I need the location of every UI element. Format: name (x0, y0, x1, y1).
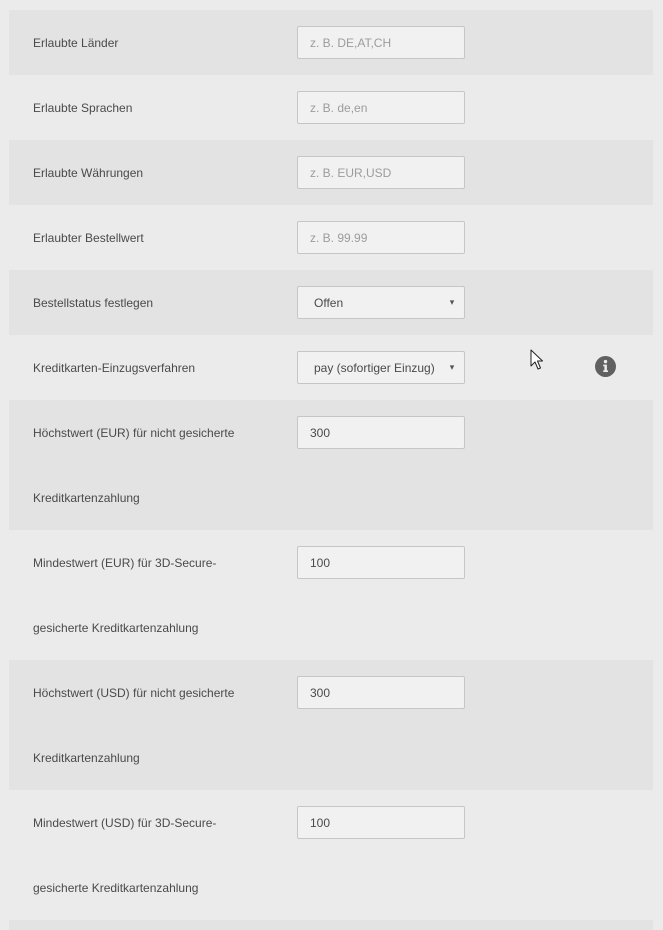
min-usd-3ds-label-line1: Mindestwert (USD) für 3D-Secure- (33, 816, 217, 830)
allowed-languages-label: Erlaubte Sprachen (33, 101, 133, 115)
max-usd-unsecured-label-line1: Höchstwert (USD) für nicht gesicherte (33, 686, 235, 700)
mouse-cursor-icon (530, 349, 543, 370)
row-card-capture-method: Kreditkarten-Einzugsverfahren pay (sofor… (9, 335, 653, 400)
min-eur-3ds-input[interactable] (297, 546, 465, 579)
min-eur-3ds-label-line2: gesicherte Kreditkartenzahlung (33, 621, 199, 635)
row-min-usd-3ds: Mindestwert (USD) für 3D-Secure- gesiche… (9, 790, 653, 920)
chevron-down-icon: ▾ (449, 297, 455, 307)
row-allowed-languages: Erlaubte Sprachen (9, 75, 653, 140)
order-status-label: Bestellstatus festlegen (33, 296, 154, 310)
row-next-partial (9, 920, 653, 930)
allowed-currencies-label: Erlaubte Währungen (33, 166, 144, 180)
max-usd-unsecured-input[interactable] (297, 676, 465, 709)
max-usd-unsecured-label-line2: Kreditkartenzahlung (33, 751, 140, 765)
max-eur-unsecured-input[interactable] (297, 416, 465, 449)
min-eur-3ds-label-line1: Mindestwert (EUR) für 3D-Secure- (33, 556, 217, 570)
max-eur-unsecured-label-line2: Kreditkartenzahlung (33, 491, 140, 505)
allowed-currencies-input[interactable] (297, 156, 465, 189)
allowed-order-value-label: Erlaubter Bestellwert (33, 231, 144, 245)
allowed-languages-input[interactable] (297, 91, 465, 124)
info-glyph (603, 359, 608, 372)
order-status-selected-value: Offen (314, 295, 344, 310)
allowed-order-value-input[interactable] (297, 221, 465, 254)
card-capture-method-select[interactable]: pay (sofortiger Einzug) ▾ (297, 351, 465, 384)
row-min-eur-3ds: Mindestwert (EUR) für 3D-Secure- gesiche… (9, 530, 653, 660)
info-icon[interactable] (595, 356, 616, 377)
row-order-status: Bestellstatus festlegen Offen ▾ (9, 270, 653, 335)
row-allowed-order-value: Erlaubter Bestellwert (9, 205, 653, 270)
order-status-select[interactable]: Offen ▾ (297, 286, 465, 319)
card-capture-method-label: Kreditkarten-Einzugsverfahren (33, 361, 196, 375)
row-max-usd-unsecured: Höchstwert (USD) für nicht gesicherte Kr… (9, 660, 653, 790)
card-capture-method-selected-value: pay (sofortiger Einzug) (314, 360, 435, 375)
min-usd-3ds-label-line2: gesicherte Kreditkartenzahlung (33, 881, 199, 895)
max-eur-unsecured-label-line1: Höchstwert (EUR) für nicht gesicherte (33, 426, 235, 440)
chevron-down-icon: ▾ (449, 362, 455, 372)
min-usd-3ds-input[interactable] (297, 806, 465, 839)
allowed-countries-input[interactable] (297, 26, 465, 59)
allowed-countries-label: Erlaubte Länder (33, 36, 119, 50)
row-allowed-currencies: Erlaubte Währungen (9, 140, 653, 205)
row-allowed-countries: Erlaubte Länder (9, 10, 653, 75)
payment-settings-form: Erlaubte Länder Erlaubte Sprachen Erlaub… (0, 0, 663, 930)
row-max-eur-unsecured: Höchstwert (EUR) für nicht gesicherte Kr… (9, 400, 653, 530)
